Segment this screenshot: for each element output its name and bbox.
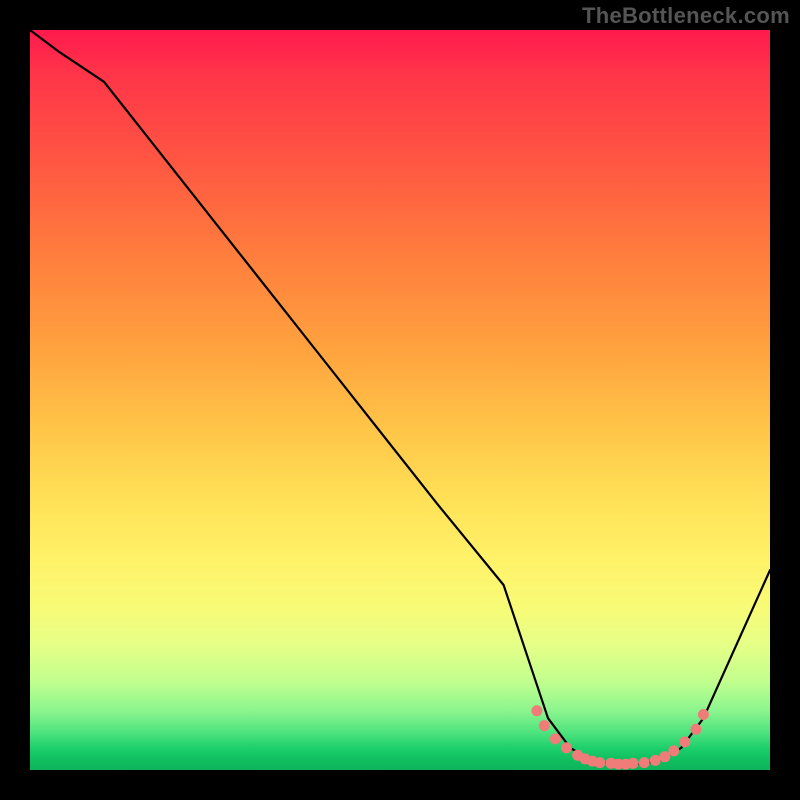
watermark-text: TheBottleneck.com xyxy=(582,3,790,29)
optimal-marker-dot xyxy=(698,709,709,720)
chart-frame: TheBottleneck.com xyxy=(0,0,800,800)
optimal-marker-dot xyxy=(531,705,542,716)
plot-area xyxy=(30,30,770,770)
optimal-marker-dot xyxy=(628,758,639,769)
optimal-marker-dot xyxy=(639,757,650,768)
optimal-marker-dot xyxy=(550,733,561,744)
bottleneck-curve-line xyxy=(30,30,770,764)
optimal-marker-dot xyxy=(668,745,679,756)
optimal-marker-dot xyxy=(561,742,572,753)
chart-overlay-svg xyxy=(30,30,770,770)
optimal-marker-dot xyxy=(650,755,661,766)
optimal-marker-dot xyxy=(679,736,690,747)
optimal-marker-dot xyxy=(691,724,702,735)
optimal-marker-dot xyxy=(594,757,605,768)
optimal-marker-dot xyxy=(539,720,550,731)
optimal-marker-group xyxy=(531,705,709,769)
